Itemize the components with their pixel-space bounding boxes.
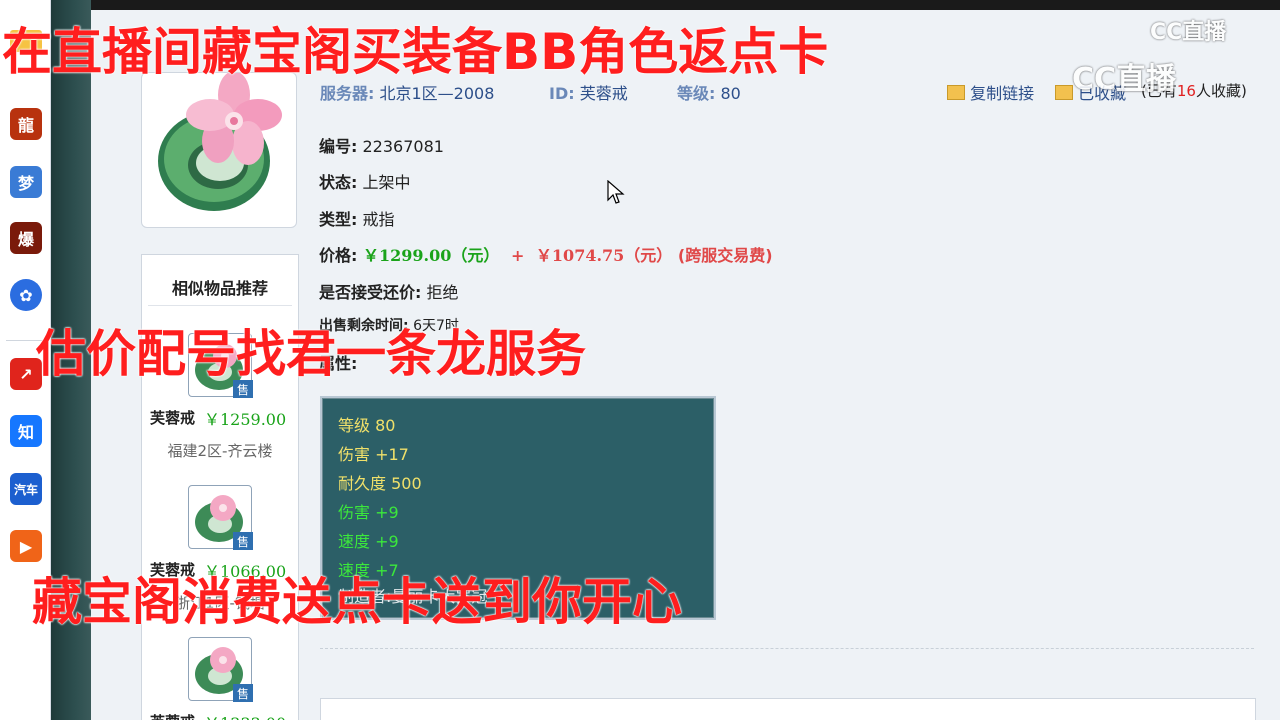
number-value: 22367081 — [362, 137, 444, 156]
baidu-icon[interactable]: ✿ — [10, 279, 42, 311]
title-divider — [148, 305, 292, 306]
server-label: 服务器: — [320, 84, 375, 103]
divider — [320, 648, 1254, 649]
status-value: 上架中 — [362, 173, 411, 192]
similar-items-title: 相似物品推荐 — [171, 279, 268, 298]
counter-value: 拒绝 — [426, 283, 459, 302]
game-app-2-icon[interactable]: 梦 — [10, 166, 42, 198]
fav-suffix: 人收藏) — [1195, 82, 1247, 100]
level-label: 等级: — [677, 84, 716, 103]
copy-link-button[interactable]: 复制链接 — [947, 80, 1034, 104]
fav-count-number: 16 — [1176, 82, 1196, 100]
sale-tag: 售 — [233, 532, 253, 550]
cc-live-watermark-large: CC直播 — [1072, 62, 1177, 97]
attr-line: 耐久度 500 — [338, 474, 422, 493]
level-value: 80 — [720, 84, 741, 103]
favorite-icon — [1055, 85, 1073, 100]
status-label: 状态: — [319, 173, 358, 192]
number-label: 编号: — [319, 137, 358, 156]
copy-link-icon — [947, 85, 965, 100]
type-value: 戒指 — [362, 210, 395, 229]
id-label: ID: — [549, 84, 575, 103]
overlay-caption-middle: 估价配号找君一条龙服务 — [36, 325, 586, 383]
price-plus: + — [510, 246, 525, 265]
attr-line: 伤害 +17 — [338, 445, 409, 464]
item-type: 类型: 戒指 — [319, 206, 395, 230]
item-price: 价格: ￥1299.00（元） + ￥1074.75（元） (跨服交易费) — [319, 242, 773, 266]
jade-ring-icon — [158, 71, 282, 211]
type-label: 类型: — [319, 210, 358, 229]
zhihu-icon[interactable]: 知 — [10, 415, 42, 447]
server-value: 北京1区—2008 — [379, 84, 495, 103]
attr-line: 伤害 +9 — [338, 503, 399, 522]
mouse-cursor-icon — [607, 180, 625, 204]
top-bar — [91, 0, 1280, 10]
sale-tag: 售 — [233, 684, 253, 702]
similar-item-name[interactable]: 芙蓉戒 — [150, 711, 195, 720]
overlay-caption-bottom: 藏宝阁消费送点卡送到你开心 — [32, 573, 682, 631]
game-app-1-icon[interactable]: 龍 — [10, 108, 42, 140]
cc-live-watermark: CC直播 — [1150, 20, 1227, 45]
similar-item-thumb[interactable]: 售 — [188, 485, 253, 550]
counter-label: 是否接受还价: — [319, 283, 422, 302]
item-status: 状态: 上架中 — [319, 169, 411, 193]
description-box — [320, 698, 1256, 720]
attr-line: 等级 80 — [338, 416, 396, 435]
fee-label: (跨服交易费) — [677, 246, 773, 265]
item-image — [141, 71, 297, 228]
similar-item-server: 福建2区-齐云楼 — [167, 442, 273, 460]
counter-offer: 是否接受还价: 拒绝 — [319, 279, 459, 303]
id-value: 芙蓉戒 — [579, 84, 628, 103]
car-app-icon[interactable]: 汽车 — [10, 473, 42, 505]
similar-item-price: ￥1259.00 — [204, 410, 287, 429]
copy-link-label: 复制链接 — [970, 84, 1035, 103]
item-number: 编号: 22367081 — [319, 133, 444, 157]
overlay-caption-top: 在直播间藏宝阁买装备BB角色返点卡 — [2, 23, 829, 81]
similar-item-price: ￥1333.00 — [204, 710, 286, 720]
video-app-icon[interactable]: ▶ — [10, 530, 42, 562]
price-label: 价格: — [319, 246, 358, 265]
game-app-3-icon[interactable]: 爆 — [10, 222, 42, 254]
similar-item-name[interactable]: 芙蓉戒 — [150, 407, 195, 428]
price-value: ￥1299.00（元） — [362, 246, 500, 265]
similar-item-thumb[interactable]: 售 — [188, 637, 253, 702]
fee-value: ￥1074.75（元） — [535, 246, 673, 265]
screen: 龍 梦 爆 ✿ ↗ 知 汽车 ▶ 服务器: 北京1区—2008 ID: 芙蓉戒 … — [0, 0, 1280, 720]
attr-line: 速度 +9 — [338, 532, 399, 551]
